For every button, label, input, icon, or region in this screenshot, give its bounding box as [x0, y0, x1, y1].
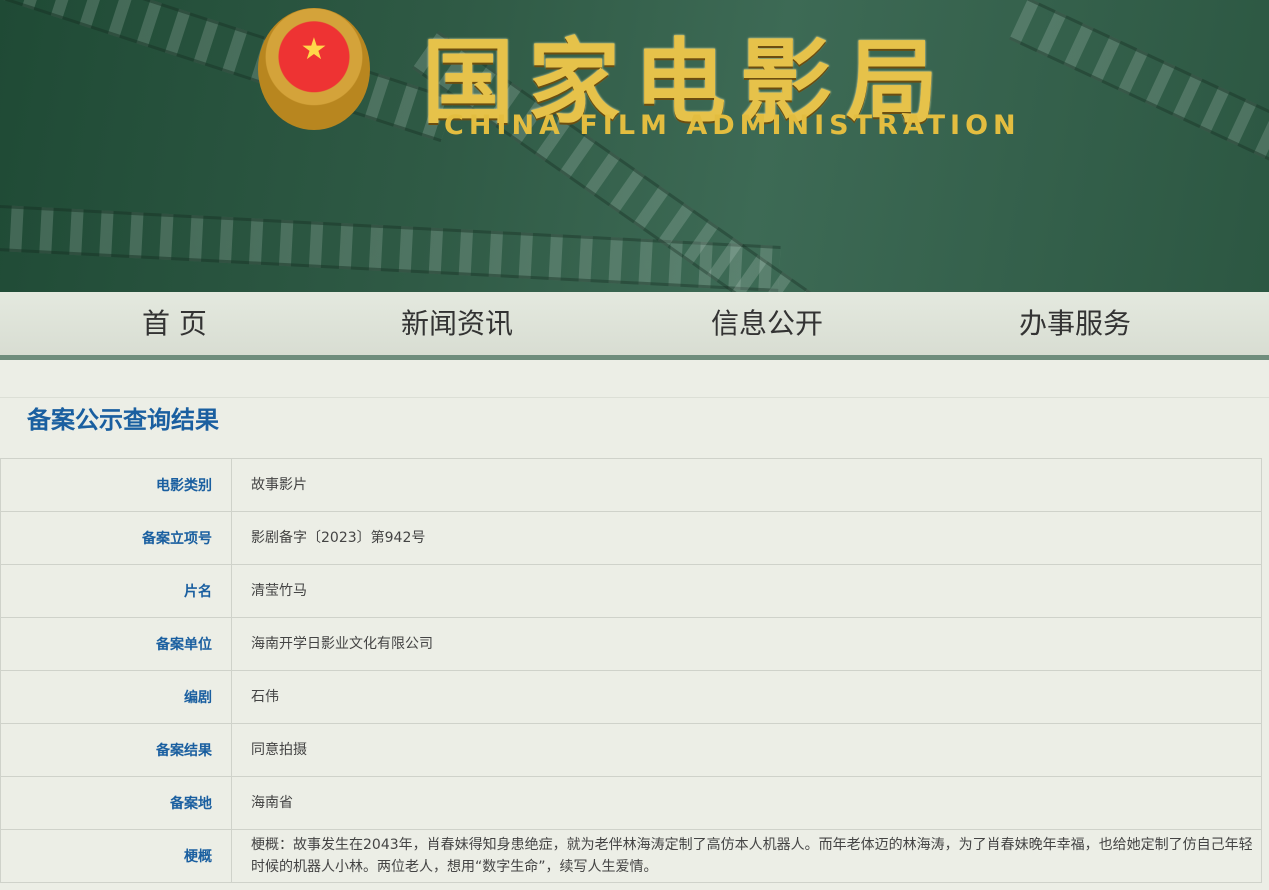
row-value: 清莹竹马	[231, 564, 1262, 618]
row-value: 海南省	[231, 776, 1262, 830]
row-value: 同意拍摄	[231, 723, 1262, 777]
table-row: 备案立项号 影剧备字〔2023〕第942号	[0, 511, 1262, 565]
page-title: 备案公示查询结果	[27, 406, 219, 434]
row-label: 电影类别	[0, 458, 232, 512]
table-row: 备案结果 同意拍摄	[0, 723, 1262, 777]
nav-services[interactable]: 办事服务	[1019, 292, 1131, 355]
row-label: 备案结果	[0, 723, 232, 777]
nav-home[interactable]: 首 页	[142, 292, 207, 355]
row-value: 影剧备字〔2023〕第942号	[231, 511, 1262, 565]
row-label: 备案地	[0, 776, 232, 830]
result-table: 电影类别 故事影片 备案立项号 影剧备字〔2023〕第942号 片名 清莹竹马 备案单…	[0, 458, 1262, 883]
row-label: 备案立项号	[0, 511, 232, 565]
row-value: 故事影片	[231, 458, 1262, 512]
header-banner: ★ 国家电影局 CHINA FILM ADMINISTRATION	[0, 0, 1269, 292]
row-value: 海南开学日影业文化有限公司	[231, 617, 1262, 671]
table-row: 备案地 海南省	[0, 776, 1262, 830]
row-value: 石伟	[231, 670, 1262, 724]
table-row: 片名 清莹竹马	[0, 564, 1262, 618]
table-row: 梗概 梗概：故事发生在2043年，肖春妹得知身患绝症，就为老伴林海涛定制了高仿本人…	[0, 829, 1262, 883]
nav-info-disclosure[interactable]: 信息公开	[711, 292, 823, 355]
table-row: 备案单位 海南开学日影业文化有限公司	[0, 617, 1262, 671]
table-row: 编剧 石伟	[0, 670, 1262, 724]
table-row: 电影类别 故事影片	[0, 458, 1262, 512]
film-strip-decoration	[0, 0, 455, 143]
row-label: 梗概	[0, 829, 232, 883]
row-value: 梗概：故事发生在2043年，肖春妹得知身患绝症，就为老伴林海涛定制了高仿本人机器…	[231, 829, 1262, 883]
logo-english: CHINA FILM ADMINISTRATION	[444, 110, 1021, 141]
nav-news[interactable]: 新闻资讯	[401, 292, 513, 355]
main-nav: 首 页 新闻资讯 信息公开 办事服务	[0, 292, 1269, 360]
row-label: 片名	[0, 564, 232, 618]
film-strip-decoration	[1009, 0, 1269, 209]
divider	[0, 397, 1269, 398]
national-emblem-icon: ★	[258, 8, 370, 130]
row-label: 编剧	[0, 670, 232, 724]
row-label: 备案单位	[0, 617, 232, 671]
